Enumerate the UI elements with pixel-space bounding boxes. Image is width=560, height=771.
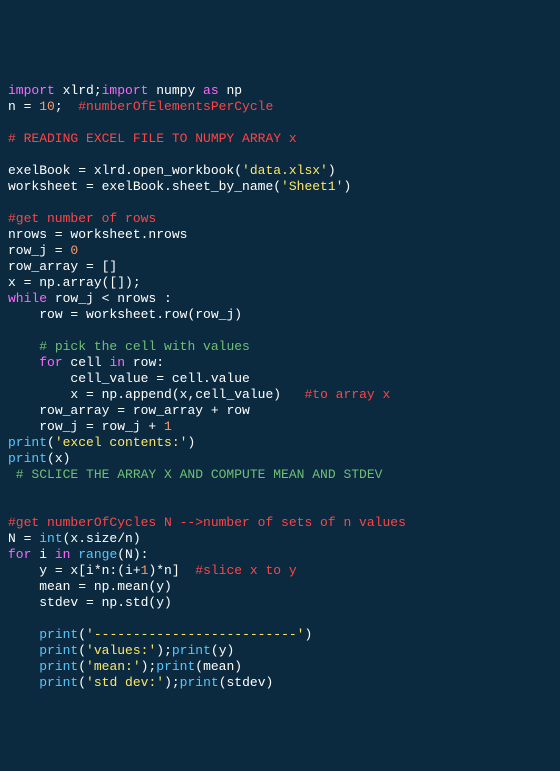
line-08: row_j = 0 <box>8 243 78 258</box>
string-literal: 'mean:' <box>86 659 141 674</box>
number-literal: 0 <box>70 243 78 258</box>
comment: #slice x to y <box>195 563 296 578</box>
builtin-print: print <box>8 435 47 450</box>
line-28: print('--------------------------') <box>8 627 312 642</box>
line-30: print('mean:');print(mean) <box>8 659 242 674</box>
line-15: cell_value = cell.value <box>8 371 250 386</box>
line-25: y = x[i*n:(i+1)*n] #slice x to y <box>8 563 297 578</box>
line-14: for cell in row: <box>8 355 164 370</box>
line-12: row = worksheet.row(row_j) <box>8 307 242 322</box>
blank-line <box>8 147 16 162</box>
string-literal: 'values:' <box>86 643 156 658</box>
string-literal: 'data.xlsx' <box>242 163 328 178</box>
comment: # SCLICE THE ARRAY X AND COMPUTE MEAN AN… <box>8 467 382 482</box>
builtin-print: print <box>39 659 78 674</box>
line-20: print(x) <box>8 451 70 466</box>
line-22: #get numberOfCycles N -->number of sets … <box>8 515 406 530</box>
line-29: print('values:');print(y) <box>8 643 234 658</box>
number-literal: 1 <box>164 419 172 434</box>
keyword-import: import <box>102 83 149 98</box>
line-10: x = np.array([]); <box>8 275 141 290</box>
blank-line <box>8 499 16 514</box>
blank-line <box>8 483 16 498</box>
line-07: nrows = worksheet.nrows <box>8 227 187 242</box>
blank-line <box>8 195 16 210</box>
line-06: #get number of rows <box>8 211 156 226</box>
string-literal: 'Sheet1' <box>281 179 343 194</box>
line-05: worksheet = exelBook.sheet_by_name('Shee… <box>8 179 351 194</box>
builtin-range: range <box>78 547 117 562</box>
keyword-for: for <box>8 547 31 562</box>
line-31: print('std dev:');print(stdev) <box>8 675 273 690</box>
keyword-in: in <box>109 355 125 370</box>
blank-line <box>8 611 16 626</box>
line-03: # READING EXCEL FILE TO NUMPY ARRAY x <box>8 131 297 146</box>
builtin-print: print <box>39 675 78 690</box>
builtin-print: print <box>156 659 195 674</box>
keyword-import: import <box>8 83 55 98</box>
line-16: x = np.append(x,cell_value) #to array x <box>8 387 390 402</box>
line-19: print('excel contents:') <box>8 435 195 450</box>
builtin-print: print <box>39 643 78 658</box>
builtin-print: print <box>8 451 47 466</box>
blank-line <box>8 115 16 130</box>
code-block: import xlrd;import numpy as np n = 10; #… <box>8 67 552 691</box>
builtin-int: int <box>39 531 62 546</box>
line-09: row_array = [] <box>8 259 117 274</box>
line-18: row_j = row_j + 1 <box>8 419 172 434</box>
comment: #to array x <box>304 387 390 402</box>
line-11: while row_j < nrows : <box>8 291 172 306</box>
blank-line <box>8 323 16 338</box>
line-26: mean = np.mean(y) <box>8 579 172 594</box>
line-17: row_array = row_array + row <box>8 403 250 418</box>
number-literal: 10 <box>39 99 55 114</box>
string-literal: '--------------------------' <box>86 627 304 642</box>
line-13: # pick the cell with values <box>8 339 250 354</box>
comment: # READING EXCEL FILE TO NUMPY ARRAY x <box>8 131 297 146</box>
line-23: N = int(x.size/n) <box>8 531 141 546</box>
builtin-print: print <box>172 643 211 658</box>
comment: #get numberOfCycles N -->number of sets … <box>8 515 406 530</box>
keyword-for: for <box>39 355 62 370</box>
keyword-in: in <box>55 547 71 562</box>
builtin-print: print <box>180 675 219 690</box>
keyword-as: as <box>203 83 219 98</box>
line-02: n = 10; #numberOfElementsPerCycle <box>8 99 273 114</box>
comment: # pick the cell with values <box>39 339 250 354</box>
string-literal: 'excel contents:' <box>55 435 188 450</box>
keyword-while: while <box>8 291 47 306</box>
comment: #get number of rows <box>8 211 156 226</box>
line-21: # SCLICE THE ARRAY X AND COMPUTE MEAN AN… <box>8 467 382 482</box>
string-literal: 'std dev:' <box>86 675 164 690</box>
line-01: import xlrd;import numpy as np <box>8 83 242 98</box>
comment: #numberOfElementsPerCycle <box>78 99 273 114</box>
line-04: exelBook = xlrd.open_workbook('data.xlsx… <box>8 163 336 178</box>
line-24: for i in range(N): <box>8 547 148 562</box>
builtin-print: print <box>39 627 78 642</box>
line-27: stdev = np.std(y) <box>8 595 172 610</box>
